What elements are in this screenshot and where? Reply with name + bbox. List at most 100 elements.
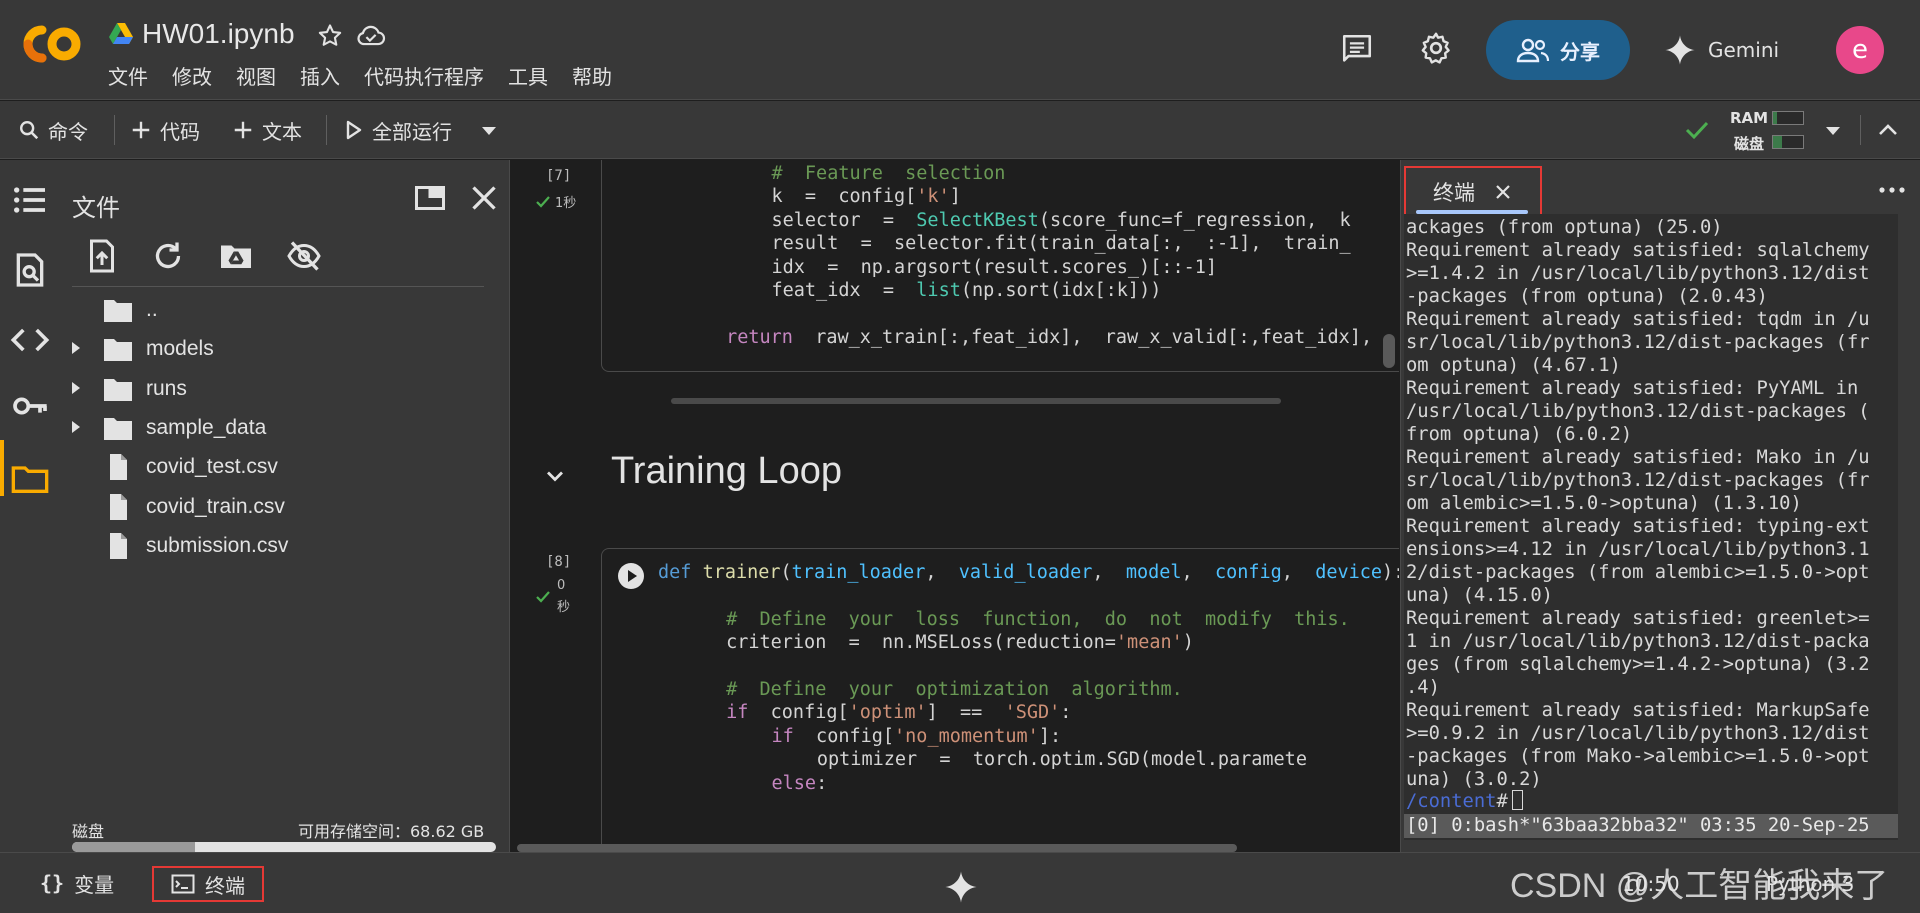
gear-icon[interactable] xyxy=(1418,30,1454,66)
file-tree-item[interactable]: runs xyxy=(70,369,187,409)
refresh-icon[interactable] xyxy=(150,238,186,274)
close-icon[interactable] xyxy=(466,180,502,216)
code-token: idx = np.argsort(result.scores_)[::-1] xyxy=(771,256,1218,278)
collapse-section-icon[interactable] xyxy=(541,462,569,490)
menu-view[interactable]: 视图 xyxy=(236,62,288,92)
toolbar-divider xyxy=(114,115,115,145)
more-options-icon[interactable] xyxy=(1876,180,1908,200)
notebook-area[interactable]: [7] 1秒 # Feature selection k = config['k'… xyxy=(511,160,1399,852)
code-token: criterion = nn.MSELoss(reduction= xyxy=(726,632,1116,654)
code-cell-7[interactable]: # Feature selection k = config['k'] select… xyxy=(601,160,1399,372)
gemini-button[interactable]: Gemini xyxy=(1664,28,1779,72)
open-in-tab-icon[interactable] xyxy=(412,180,448,216)
terminal-line: Requirement already satisfied: tqdm in /… xyxy=(1406,309,1870,330)
notebook-vertical-scrollbar[interactable] xyxy=(1383,334,1395,368)
code-token: (np.sort(idx[:k])) xyxy=(960,279,1162,301)
terminal-prompt[interactable]: /content# xyxy=(1406,790,1523,813)
braces-icon: {} xyxy=(40,871,65,895)
add-text-button[interactable]: 文本 xyxy=(232,111,302,149)
code-line: selector = SelectKBest(score_func=f_regr… xyxy=(602,207,1372,231)
run-cell-icon[interactable] xyxy=(616,561,646,591)
code-cell-8[interactable]: def trainer(train_loader, valid_loader, … xyxy=(601,548,1399,852)
disk-footer-label: 磁盘 xyxy=(72,822,105,841)
file-tree-item[interactable]: covid_test.csv xyxy=(70,447,278,487)
panel-divider xyxy=(72,286,484,287)
file-tree-item[interactable]: models xyxy=(70,329,214,369)
menu-tools[interactable]: 工具 xyxy=(508,62,560,92)
menu-edit[interactable]: 修改 xyxy=(172,62,224,92)
menu-help[interactable]: 帮助 xyxy=(572,62,624,92)
key-icon[interactable] xyxy=(10,386,50,426)
terminal-line: om alembic>=1.5.0->optuna) (1.3.10) xyxy=(1406,493,1802,514)
code-token: 'optim' xyxy=(848,702,927,724)
code-token: , xyxy=(1181,562,1215,583)
terminal-button[interactable]: 终端 xyxy=(152,866,264,902)
comments-icon[interactable] xyxy=(1340,32,1374,66)
find-replace-icon[interactable] xyxy=(10,250,50,290)
variables-button[interactable]: {} 变量 xyxy=(40,868,114,898)
notebook-horizontal-scrollbar[interactable] xyxy=(517,844,1237,852)
hide-hidden-files-icon[interactable] xyxy=(286,238,322,274)
command-palette-button[interactable]: 命令 xyxy=(18,111,88,149)
menu-file[interactable]: 文件 xyxy=(108,62,160,92)
notebook-title[interactable]: HW01.ipynb xyxy=(142,14,295,54)
code-snippets-icon[interactable] xyxy=(10,320,50,360)
colab-logo-icon[interactable] xyxy=(20,22,84,66)
run-all-button[interactable]: 全部运行 xyxy=(344,111,452,149)
share-label: 分享 xyxy=(1560,39,1600,64)
share-button[interactable]: 分享 xyxy=(1486,20,1630,80)
code-line: def trainer(train_loader, valid_loader, … xyxy=(658,559,1399,583)
menu-runtime[interactable]: 代码执行程序 xyxy=(364,62,496,92)
code-token: valid_loader xyxy=(958,562,1093,583)
star-icon[interactable] xyxy=(316,22,344,50)
expand-caret-icon[interactable] xyxy=(70,377,86,401)
code-token: selector = xyxy=(771,209,917,231)
file-tree-item[interactable]: submission.csv xyxy=(70,526,288,566)
folder-icon[interactable] xyxy=(10,458,50,498)
gemini-sparkle-icon xyxy=(1665,35,1695,65)
terminal-output[interactable]: ackages (from optuna) (25.0) Requirement … xyxy=(1404,214,1898,840)
gemini-sparkle-icon[interactable] xyxy=(944,870,978,904)
chevron-down-icon[interactable] xyxy=(480,125,498,137)
terminal-tab-label: 终端 xyxy=(1433,181,1475,205)
mount-drive-icon[interactable] xyxy=(218,238,254,274)
disk-free-space: 可用存储空间：68.62 GB xyxy=(298,822,485,841)
terminal-line: sr/local/lib/python3.12/dist-packages (f… xyxy=(1406,470,1870,491)
terminal-icon xyxy=(171,874,195,894)
file-name: runs xyxy=(146,376,187,400)
code-token: config[ xyxy=(793,725,895,747)
add-code-button[interactable]: 代码 xyxy=(130,111,200,149)
expand-caret-icon[interactable] xyxy=(70,416,86,440)
chevron-up-icon[interactable] xyxy=(1876,119,1900,141)
file-tree-item[interactable]: .. xyxy=(70,290,158,330)
cloud-saved-icon[interactable] xyxy=(356,22,386,50)
upload-file-icon[interactable] xyxy=(84,238,120,274)
avatar[interactable]: e xyxy=(1836,26,1884,74)
file-name: covid_test.csv xyxy=(146,455,278,479)
ram-meter-fill xyxy=(1773,112,1777,124)
code-line: # Feature selection xyxy=(602,160,1372,184)
table-of-contents-icon[interactable] xyxy=(10,180,50,220)
cell7-horizontal-scrollbar[interactable] xyxy=(671,398,1281,404)
file-icon xyxy=(102,493,134,521)
file-tree-item[interactable]: sample_data xyxy=(70,408,266,448)
file-tree-item[interactable]: covid_train.csv xyxy=(70,487,285,527)
terminal-line: Requirement already satisfied: MarkupSaf… xyxy=(1406,700,1870,721)
search-icon xyxy=(20,121,39,140)
close-icon[interactable] xyxy=(1493,182,1513,202)
code-token: result = selector.fit(train_data[:, :-1]… xyxy=(771,233,1351,255)
cell8-code[interactable]: def trainer(train_loader, valid_loader, … xyxy=(658,559,1399,794)
expand-caret-icon[interactable] xyxy=(70,337,86,361)
folder-icon xyxy=(102,375,134,403)
code-token: : xyxy=(1060,702,1072,724)
disk-meter[interactable] xyxy=(1772,135,1804,149)
code-token: , xyxy=(1281,562,1316,583)
menu-insert[interactable]: 插入 xyxy=(300,62,352,92)
chevron-down-icon[interactable] xyxy=(1824,125,1842,137)
code-token: ): xyxy=(1382,562,1399,583)
cell7-code[interactable]: # Feature selection k = config['k'] select… xyxy=(602,160,1372,348)
code-token: def xyxy=(658,562,692,583)
ram-meter[interactable] xyxy=(1772,111,1804,125)
